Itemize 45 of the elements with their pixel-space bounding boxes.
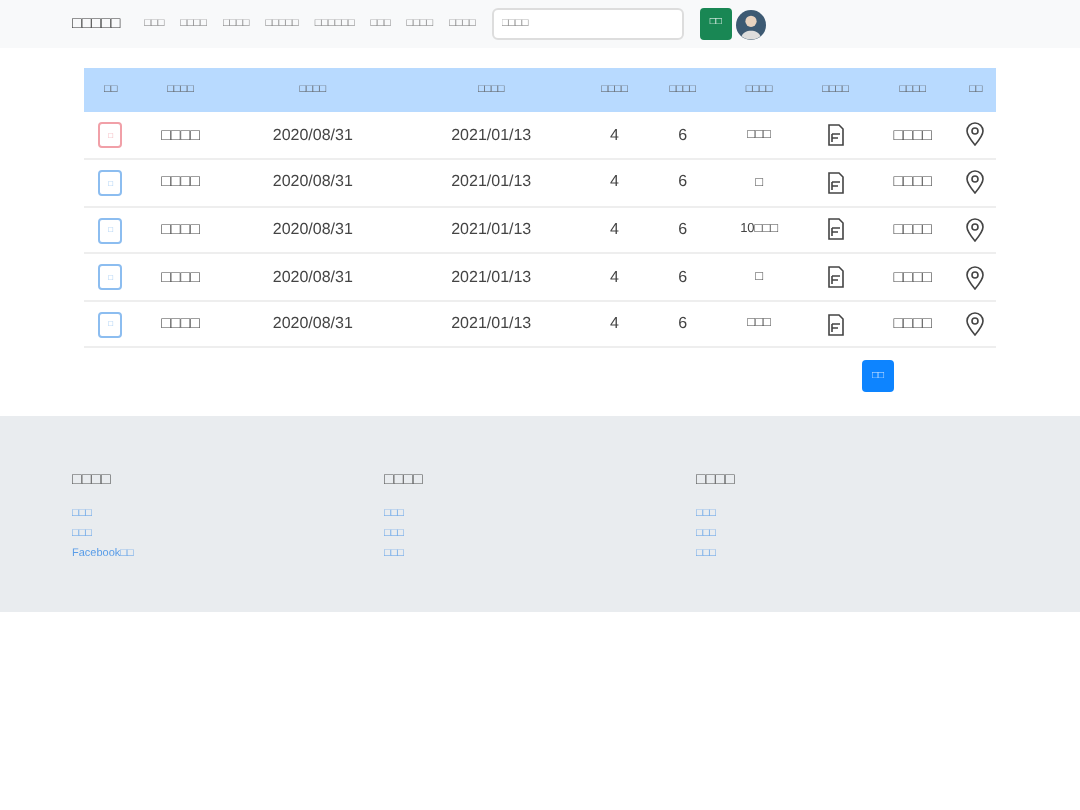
table-cell: 2021/01/13: [402, 206, 581, 254]
table-cell: □□□□: [869, 112, 956, 160]
location-pin-icon[interactable]: [966, 312, 985, 337]
table-cell: 6: [648, 159, 717, 207]
table-cell: □□□□: [869, 206, 956, 254]
table-cell: 6: [648, 253, 717, 301]
table-cell: □□□□: [137, 112, 224, 160]
avatar-icon[interactable]: [735, 9, 766, 39]
table-cell: □□□□: [137, 253, 224, 301]
table-cell: 4: [580, 159, 649, 207]
table-cell: □□□□: [869, 253, 956, 301]
location-pin-icon[interactable]: [966, 265, 985, 290]
footer-heading: □□□□: [696, 468, 737, 493]
table-cell: 2020/08/31: [223, 300, 403, 348]
table-cell: □□□□: [869, 300, 956, 348]
table-cell: 2021/01/13: [402, 300, 581, 348]
table-cell: 2021/01/13: [402, 159, 581, 207]
document-icon[interactable]: [827, 171, 844, 194]
document-icon[interactable]: [827, 265, 844, 288]
table-cell: 4: [580, 300, 649, 348]
table-cell: 2021/01/13: [402, 112, 581, 160]
table-cell: 2020/08/31: [223, 206, 403, 254]
table-cell: □□□□: [869, 159, 956, 207]
table-cell: 2021/01/13: [402, 253, 581, 301]
table-cell: 2020/08/31: [223, 253, 403, 301]
table-cell: 2020/08/31: [223, 112, 403, 160]
document-icon[interactable]: [827, 313, 844, 336]
location-pin-icon[interactable]: [966, 122, 985, 147]
footer-heading: □□□□: [384, 468, 425, 493]
table-cell: 2020/08/31: [223, 159, 403, 207]
document-icon[interactable]: [827, 218, 844, 241]
table-cell: 6: [648, 206, 717, 254]
document-icon[interactable]: [827, 123, 844, 146]
table-cell: 6: [648, 300, 717, 348]
table-cell: □□□□: [137, 206, 224, 254]
location-pin-icon[interactable]: [966, 217, 985, 242]
table-cell: 4: [580, 253, 649, 301]
table-cell: □□□□: [137, 300, 224, 348]
table-cell: 4: [580, 112, 649, 160]
site-logo[interactable]: □□□□□: [72, 12, 121, 36]
table-cell: □□□□: [137, 159, 224, 207]
table-cell: 6: [648, 112, 717, 160]
footer-heading: □□□□: [72, 468, 113, 493]
table-cell: 4: [580, 206, 649, 254]
location-pin-icon[interactable]: [966, 170, 985, 195]
